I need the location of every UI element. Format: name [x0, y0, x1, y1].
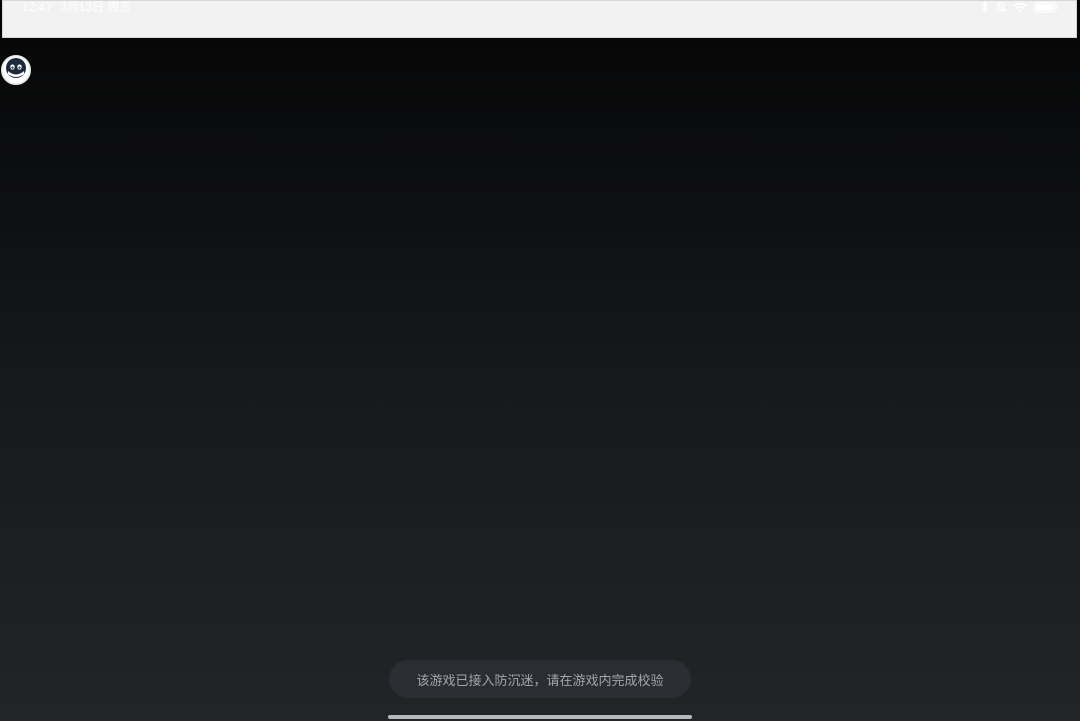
anti-addiction-toast: 该游戏已接入防沉迷，请在游戏内完成校验 — [389, 660, 691, 698]
toast-message: 该游戏已接入防沉迷，请在游戏内完成校验 — [416, 673, 664, 689]
status-time: 12:47 — [22, 0, 53, 14]
status-bar-left: 12:47 3月13日 周五 — [22, 0, 131, 14]
mute-icon — [995, 1, 1007, 13]
bluetooth-icon — [980, 1, 989, 13]
game-screen: 12:47 3月13日 周五 该游戏已接入防沉迷，请在游戏内完成校验 — [0, 0, 1080, 721]
floating-assistant-button[interactable] — [1, 55, 31, 85]
wifi-icon — [1013, 2, 1028, 13]
battery-icon — [1034, 1, 1058, 13]
status-date: 3月13日 周五 — [60, 0, 132, 14]
status-bar — [2, 0, 1077, 38]
status-bar-right — [980, 0, 1058, 14]
mascot-face-icon — [5, 57, 27, 83]
home-indicator[interactable] — [388, 715, 692, 719]
